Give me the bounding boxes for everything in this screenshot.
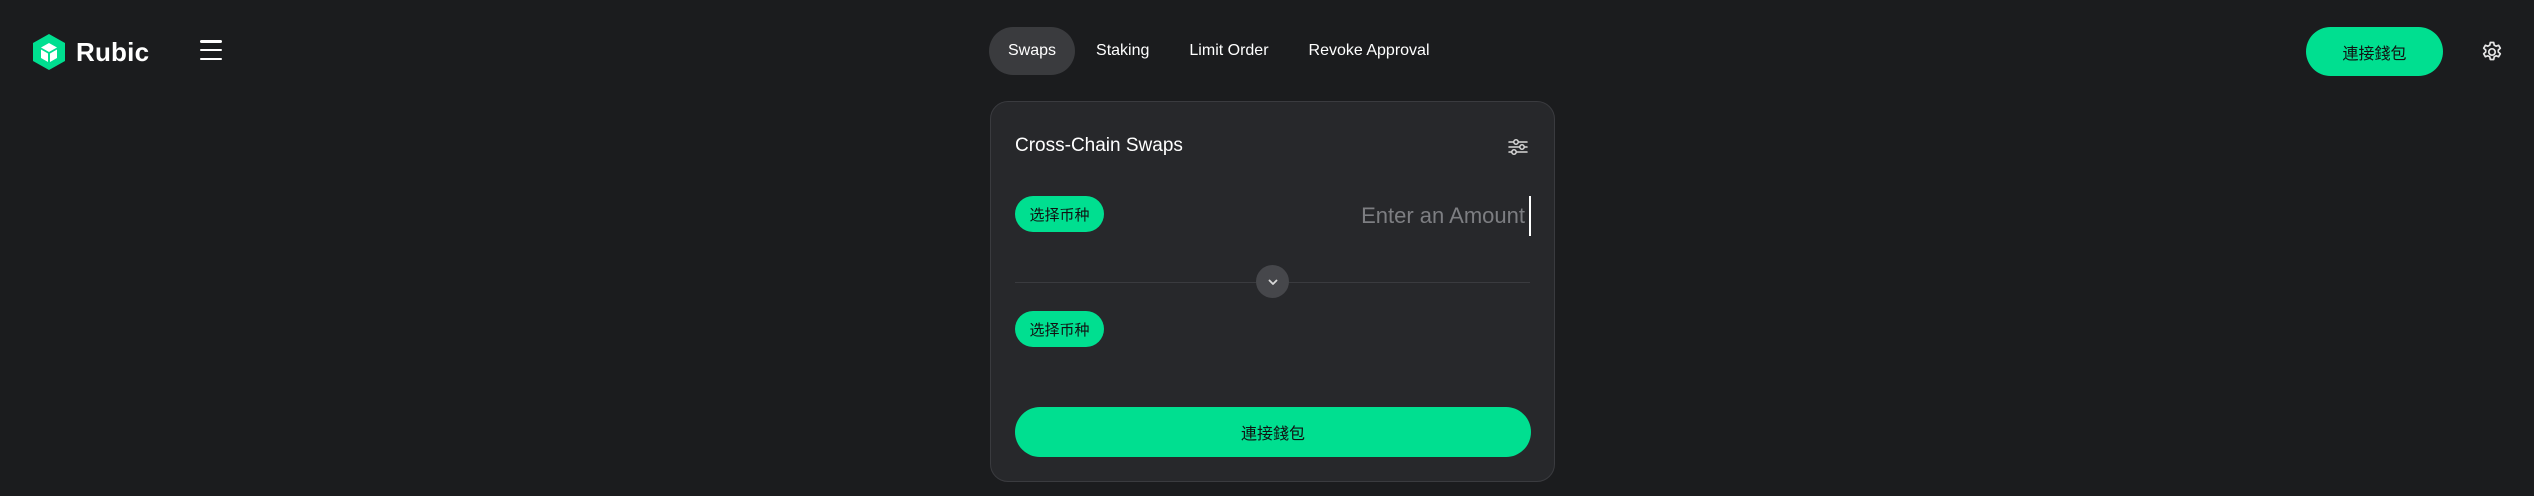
brand-logo[interactable]: Rubic	[32, 33, 149, 71]
from-token-select-button[interactable]: 选择币种	[1015, 196, 1104, 232]
chevron-down-icon	[1268, 279, 1277, 285]
switch-tokens-button[interactable]	[1256, 265, 1289, 298]
to-token-select-button[interactable]: 选择币种	[1015, 311, 1104, 347]
swap-card-title: Cross-Chain Swaps	[1015, 135, 1183, 156]
amount-input[interactable]	[1291, 196, 1531, 236]
swap-card: Cross-Chain Swaps 选择币种 选择币种 連接錢包	[990, 101, 1555, 482]
tab-swaps[interactable]: Swaps	[989, 27, 1076, 75]
brand-name: Rubic	[76, 36, 150, 67]
connect-wallet-button[interactable]: 連接錢包	[2306, 27, 2443, 76]
rubic-cube-logo-icon	[33, 34, 65, 70]
hamburger-menu-icon[interactable]	[200, 40, 224, 60]
sliders-icon[interactable]	[1507, 136, 1529, 158]
gear-icon[interactable]	[2480, 40, 2504, 64]
main-nav: Swaps Staking Limit Order Revoke Approva…	[989, 27, 1451, 75]
tab-limit-order[interactable]: Limit Order	[1170, 27, 1287, 75]
tab-staking[interactable]: Staking	[1077, 27, 1168, 75]
rubic-app: Rubic Swaps Staking Limit Order Revoke A…	[0, 0, 2534, 496]
connect-wallet-main-button[interactable]: 連接錢包	[1015, 407, 1531, 457]
tab-revoke-approval[interactable]: Revoke Approval	[1290, 27, 1449, 75]
